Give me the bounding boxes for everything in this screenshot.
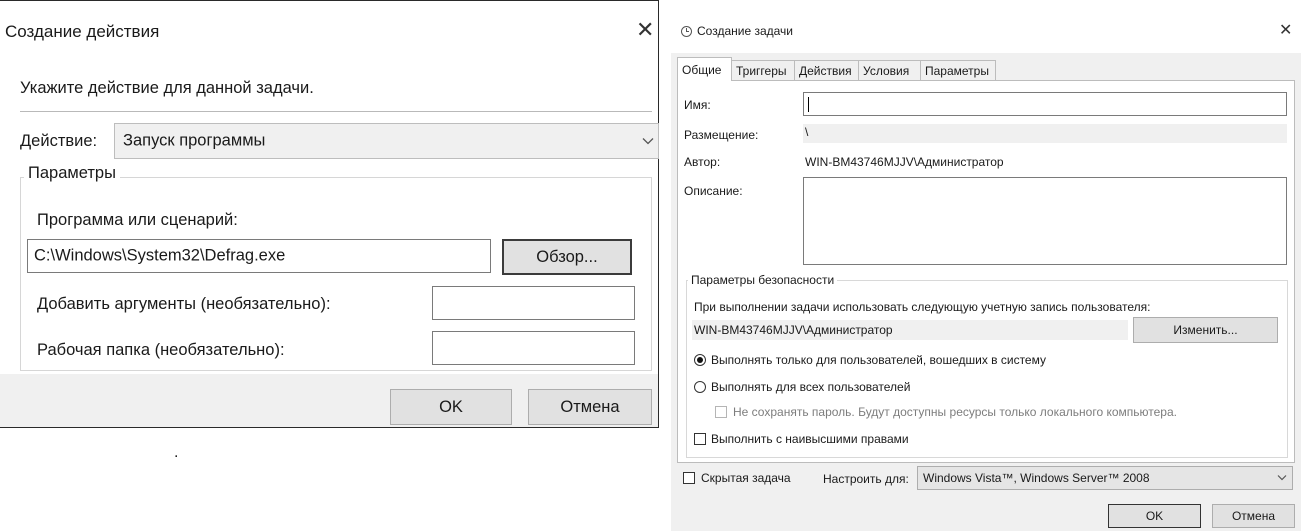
- chevron-down-icon: [1277, 473, 1287, 484]
- author-label: Автор:: [684, 155, 721, 169]
- text-caret: [808, 97, 809, 112]
- radio-logged-on[interactable]: [694, 354, 706, 366]
- chevron-down-icon: [642, 132, 654, 151]
- divider: [20, 111, 652, 112]
- no-save-password-label: Не сохранять пароль. Будут доступны ресу…: [733, 405, 1177, 419]
- general-tab-panel: Имя: Размещение: \ Автор: WIN-BM43746MJJ…: [677, 80, 1295, 463]
- description-input[interactable]: [803, 177, 1287, 265]
- account-field: WIN-BM43746MJJV\Администратор: [692, 320, 1128, 340]
- configure-select-value: Windows Vista™, Windows Server™ 2008: [923, 471, 1150, 485]
- program-input[interactable]: C:\Windows\System32\Defrag.exe: [27, 239, 491, 273]
- create-task-dialog: Создание задачи ✕ Общие Триггеры Действи…: [671, 5, 1301, 531]
- radio-all-users[interactable]: [694, 381, 706, 393]
- configure-label: Настроить для:: [823, 472, 909, 486]
- workdir-input[interactable]: [432, 331, 635, 365]
- name-label: Имя:: [684, 98, 711, 112]
- dialog-title: Создание действия: [5, 22, 160, 41]
- browse-button[interactable]: Обзор...: [502, 239, 632, 275]
- clock-icon: [681, 26, 692, 37]
- args-input[interactable]: [432, 286, 635, 320]
- radio-logged-on-label: Выполнять только для пользователей, воше…: [711, 353, 1046, 367]
- tab-triggers[interactable]: Триггеры: [731, 60, 795, 80]
- tab-settings[interactable]: Параметры: [920, 60, 996, 80]
- args-label: Добавить аргументы (необязательно):: [37, 295, 331, 313]
- location-label: Размещение:: [684, 128, 759, 142]
- ok-button[interactable]: OK: [390, 389, 512, 425]
- dialog-title: Создание задачи: [697, 24, 793, 38]
- location-field: \: [803, 124, 1287, 143]
- parameters-group-title: Параметры: [24, 164, 120, 183]
- account-value: WIN-BM43746MJJV\Администратор: [694, 323, 893, 337]
- highest-privileges-label: Выполнить с наивысшими правами: [711, 432, 909, 446]
- hidden-task-label: Скрытая задача: [701, 471, 791, 485]
- tab-general[interactable]: Общие: [677, 57, 732, 81]
- change-account-button[interactable]: Изменить...: [1133, 317, 1278, 343]
- highest-privileges-checkbox[interactable]: [694, 433, 706, 445]
- no-save-password-checkbox[interactable]: [715, 406, 727, 418]
- security-group-title: Параметры безопасности: [688, 273, 838, 287]
- location-value: \: [805, 125, 809, 139]
- close-icon[interactable]: ✕: [636, 18, 654, 43]
- radio-all-users-label: Выполнять для всех пользователей: [711, 380, 911, 394]
- action-select-value: Запуск программы: [123, 131, 266, 150]
- close-icon[interactable]: ✕: [1279, 20, 1292, 39]
- program-label: Программа или сценарий:: [37, 211, 238, 229]
- instruction-text: Укажите действие для данной задачи.: [20, 79, 314, 97]
- action-select[interactable]: Запуск программы: [114, 123, 659, 159]
- account-prompt: При выполнении задачи использовать следу…: [694, 300, 1151, 314]
- cancel-button[interactable]: Отмена: [1212, 504, 1295, 528]
- name-input[interactable]: [803, 92, 1287, 116]
- tab-actions[interactable]: Действия: [794, 60, 859, 80]
- cancel-button[interactable]: Отмена: [528, 389, 652, 425]
- ok-button[interactable]: OK: [1108, 504, 1201, 528]
- workdir-label: Рабочая папка (необязательно):: [37, 341, 285, 359]
- tab-conditions[interactable]: Условия: [858, 60, 921, 80]
- program-input-value: C:\Windows\System32\Defrag.exe: [34, 246, 286, 265]
- hidden-task-checkbox[interactable]: [683, 472, 695, 484]
- description-label: Описание:: [684, 184, 743, 198]
- create-action-dialog: Создание действия ✕ Укажите действие для…: [0, 0, 659, 428]
- author-value: WIN-BM43746MJJV\Администратор: [805, 155, 1004, 169]
- stray-dot: .: [174, 444, 179, 461]
- configure-select[interactable]: Windows Vista™, Windows Server™ 2008: [917, 466, 1293, 490]
- action-label: Действие:: [20, 132, 98, 150]
